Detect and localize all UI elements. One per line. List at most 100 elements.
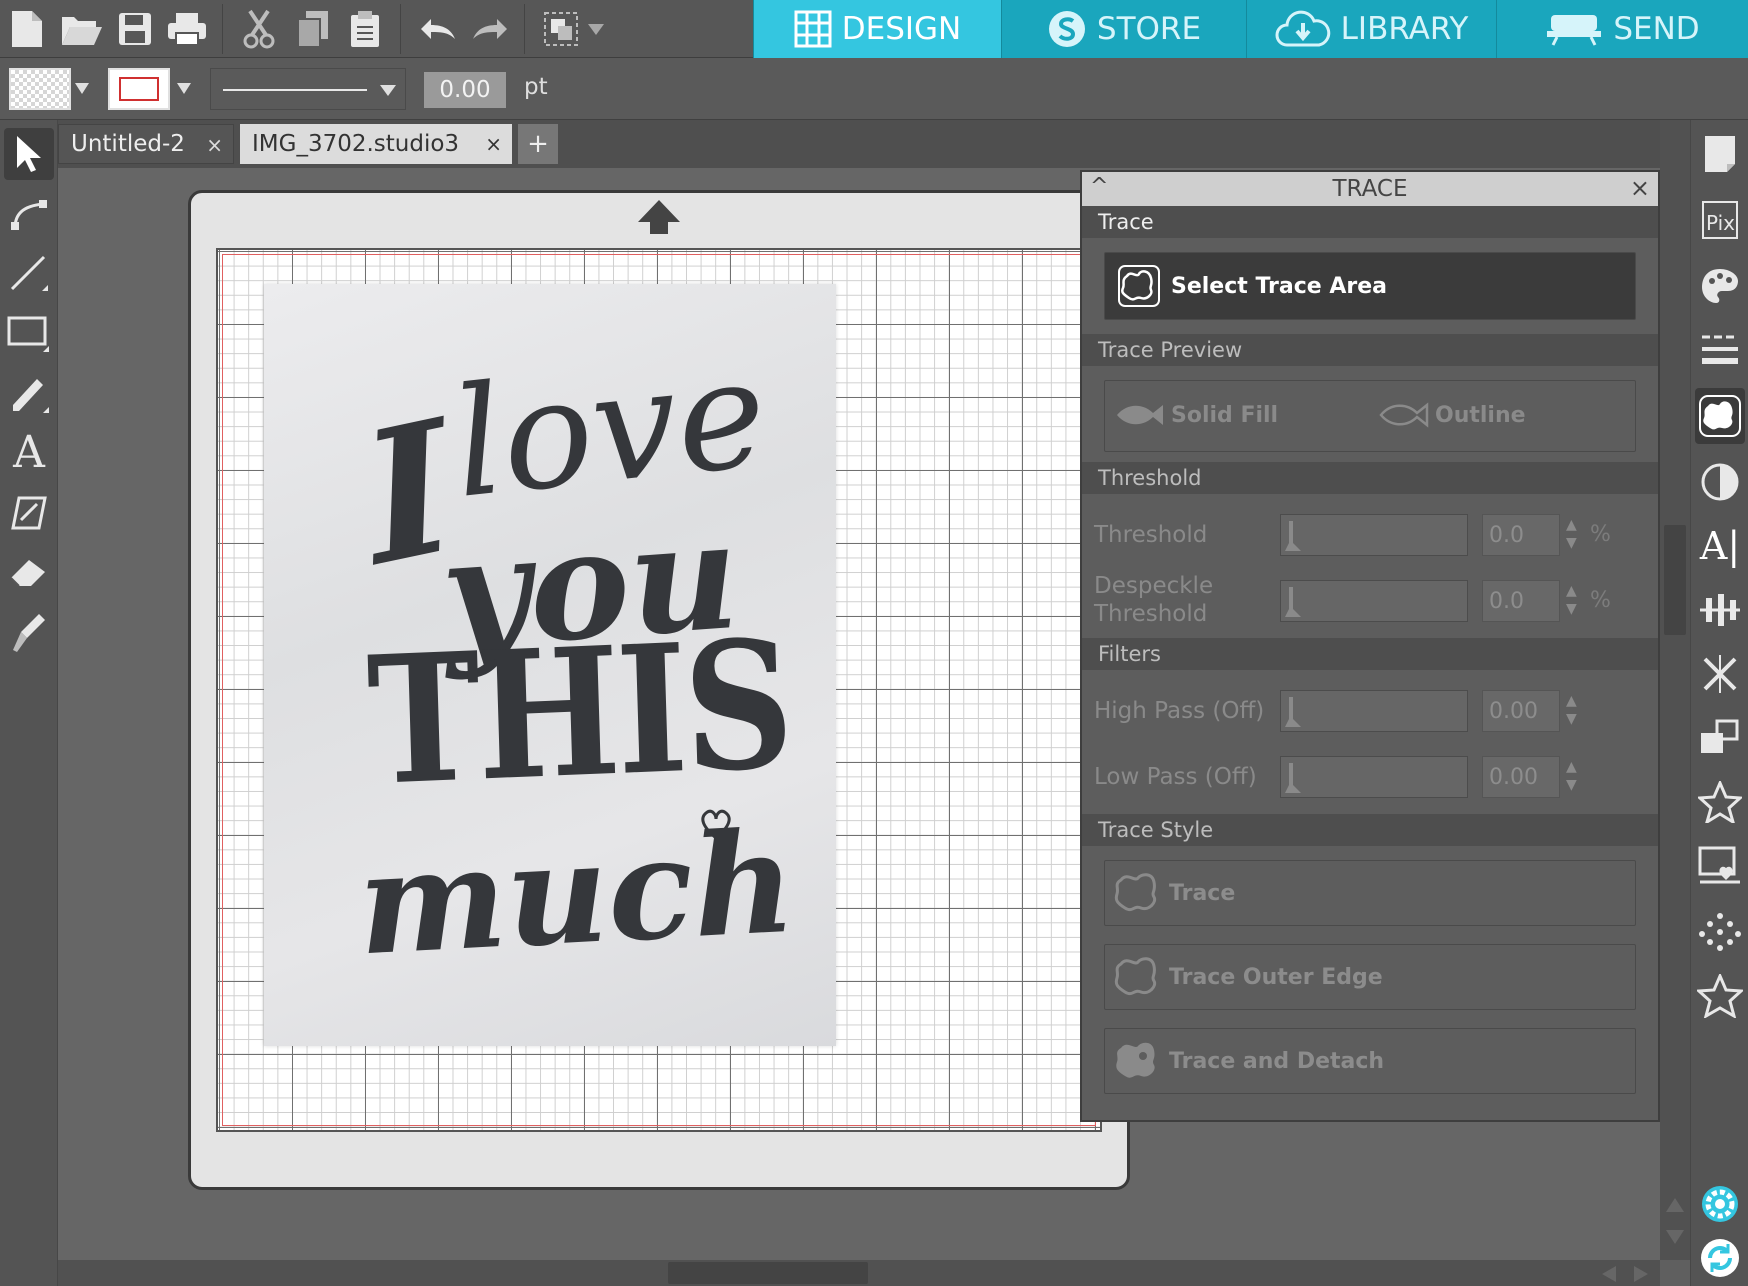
high-pass-stepper[interactable]: ▲ ▼	[1566, 692, 1577, 728]
add-tab-button[interactable]: +	[518, 124, 558, 164]
threshold-input[interactable]: 0.0	[1482, 514, 1560, 556]
text-style-icon[interactable]: A|	[1695, 518, 1745, 574]
threshold-slider[interactable]	[1280, 514, 1468, 556]
vertical-scrollbar[interactable]	[1660, 120, 1690, 1260]
outline-button[interactable]: Outline	[1377, 399, 1526, 431]
line-color-swatch[interactable]	[108, 68, 170, 110]
fish-outline-icon	[1379, 402, 1429, 428]
scroll-down-icon[interactable]	[1664, 1228, 1686, 1250]
chevron-down-icon[interactable]	[584, 6, 608, 52]
line-width-input[interactable]: 0.00	[424, 72, 506, 108]
select-trace-area-button[interactable]: Select Trace Area	[1104, 252, 1636, 320]
high-pass-slider[interactable]	[1280, 690, 1468, 732]
replicate-icon[interactable]	[1695, 710, 1745, 766]
select-tool-icon[interactable]	[4, 128, 54, 180]
print-icon[interactable]	[164, 6, 210, 52]
tab-untitled-2[interactable]: Untitled-2 ×	[58, 124, 234, 164]
trace-icon	[1114, 873, 1157, 912]
rhinestone-icon[interactable]	[1695, 904, 1745, 960]
nav-tab-library[interactable]: LIBRARY	[1246, 0, 1496, 58]
low-pass-slider[interactable]	[1280, 756, 1468, 798]
close-icon[interactable]: ×	[1630, 174, 1650, 202]
left-toolbar: A	[0, 120, 58, 1286]
cut-icon[interactable]	[236, 6, 282, 52]
low-pass-stepper[interactable]: ▲ ▼	[1566, 758, 1577, 794]
trace-outer-edge-label: Trace Outer Edge	[1169, 964, 1383, 990]
open-folder-icon[interactable]	[58, 6, 104, 52]
line-style-icon[interactable]	[1695, 322, 1745, 378]
new-document-icon[interactable]	[4, 6, 50, 52]
shapes-library-icon[interactable]	[1695, 968, 1745, 1024]
low-pass-input[interactable]: 0.00	[1482, 756, 1560, 798]
nav-tab-store-label: STORE	[1096, 11, 1202, 47]
horizontal-scrollbar[interactable]	[58, 1260, 1660, 1286]
trace-button[interactable]: Trace	[1104, 860, 1636, 926]
line-color-dropdown-icon[interactable]	[176, 80, 192, 99]
imported-image[interactable]: I love you THIS much	[264, 284, 836, 1046]
align-icon[interactable]	[1695, 582, 1745, 638]
heart-icon	[701, 809, 731, 840]
document-tabs: Untitled-2 × IMG_3702.studio3 × +	[58, 120, 1660, 168]
group-icon[interactable]	[538, 6, 584, 52]
low-pass-label: Low Pass (Off)	[1094, 764, 1257, 790]
copy-icon[interactable]	[290, 6, 336, 52]
pixscan-icon[interactable]: Pix	[1695, 192, 1745, 248]
offset-icon[interactable]	[1695, 838, 1745, 894]
paste-icon[interactable]	[342, 6, 388, 52]
edit-points-icon[interactable]	[4, 186, 54, 238]
settings-gear-icon[interactable]	[1695, 1176, 1745, 1232]
store-icon	[1048, 11, 1085, 47]
trace-and-detach-icon	[1116, 1042, 1155, 1078]
rectangle-tool-icon[interactable]	[4, 306, 54, 358]
scroll-left-icon[interactable]	[1600, 1264, 1618, 1286]
eraser-tool-icon[interactable]	[4, 544, 54, 596]
line-tool-icon[interactable]	[4, 246, 54, 298]
line-style-select[interactable]	[210, 68, 406, 110]
collapse-icon[interactable]: ^	[1090, 174, 1108, 199]
despeckle-threshold-input[interactable]: 0.0	[1482, 580, 1560, 622]
threshold-percent: %	[1590, 522, 1611, 547]
fill-dropdown-icon[interactable]	[74, 80, 90, 99]
fish-solid-icon	[1117, 405, 1163, 425]
trace-panel-header[interactable]: ^ TRACE ×	[1082, 172, 1658, 206]
fill-color-swatch[interactable]	[9, 68, 71, 110]
scroll-right-icon[interactable]	[1632, 1264, 1650, 1286]
nav-tab-send[interactable]: SEND	[1496, 0, 1748, 58]
tab-label: IMG_3702.studio3	[252, 131, 460, 157]
despeckle-threshold-stepper[interactable]: ▲ ▼	[1566, 582, 1577, 618]
save-icon[interactable]	[112, 6, 158, 52]
trace-and-detach-label: Trace and Detach	[1169, 1048, 1385, 1074]
undo-icon[interactable]	[414, 6, 460, 52]
knife-tool-icon[interactable]	[4, 606, 54, 658]
tab-img-3702[interactable]: IMG_3702.studio3 ×	[240, 124, 512, 164]
feed-direction-arrow-icon	[636, 198, 682, 240]
trace-and-detach-button[interactable]: Trace and Detach	[1104, 1028, 1636, 1094]
vertical-scroll-thumb[interactable]	[1664, 525, 1686, 635]
transform-icon[interactable]	[1695, 646, 1745, 702]
right-toolbar: Pix A|	[1690, 120, 1748, 1286]
properties-bar: 0.00 pt	[0, 58, 1748, 120]
section-trace: Trace	[1082, 206, 1658, 238]
despeckle-threshold-slider[interactable]	[1280, 580, 1468, 622]
text-tool-icon[interactable]: A	[4, 426, 54, 478]
horizontal-scroll-thumb[interactable]	[668, 1262, 868, 1284]
solid-fill-button[interactable]: Solid Fill	[1113, 399, 1278, 431]
threshold-stepper[interactable]: ▲ ▼	[1566, 516, 1577, 552]
scroll-up-icon[interactable]	[1664, 1196, 1686, 1218]
redo-icon[interactable]	[468, 6, 514, 52]
close-icon[interactable]: ×	[206, 133, 223, 157]
fill-contrast-icon[interactable]	[1695, 454, 1745, 510]
nav-tab-store[interactable]: STORE	[1001, 0, 1246, 58]
pencil-tool-icon[interactable]	[4, 366, 54, 418]
sketch-tool-icon[interactable]	[4, 486, 54, 538]
nav-tab-design[interactable]: DESIGN	[753, 0, 1001, 58]
palette-icon[interactable]	[1695, 258, 1745, 314]
close-icon[interactable]: ×	[485, 132, 502, 156]
trace-panel-icon[interactable]	[1695, 388, 1745, 444]
page-setup-icon[interactable]	[1695, 126, 1745, 182]
app-window: DESIGN STORE LIBRARY SEND 0.00 pt A Unti…	[0, 0, 1748, 1286]
sync-icon[interactable]	[1695, 1230, 1745, 1286]
star-favorites-icon[interactable]	[1695, 774, 1745, 830]
high-pass-input[interactable]: 0.00	[1482, 690, 1560, 732]
trace-outer-edge-button[interactable]: Trace Outer Edge	[1104, 944, 1636, 1010]
